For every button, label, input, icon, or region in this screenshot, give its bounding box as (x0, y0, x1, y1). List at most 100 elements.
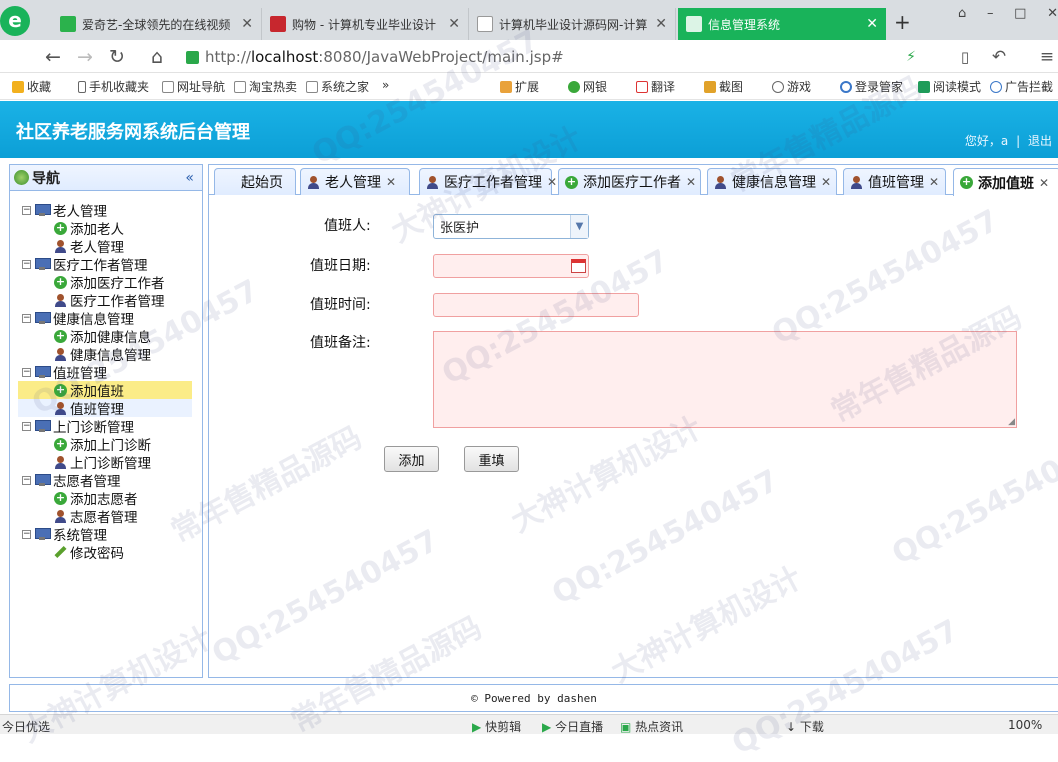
page-tab[interactable]: + 添加值班 ✕ (953, 168, 1058, 196)
collapse-toggle-icon[interactable]: − (22, 259, 31, 269)
nav-item[interactable]: 老人管理 (18, 237, 192, 256)
new-tab-button[interactable]: + (894, 10, 911, 34)
bookmark-taobao[interactable]: 淘宝热卖 (234, 78, 297, 95)
close-tab-icon[interactable]: ✕ (866, 16, 878, 32)
collapse-icon[interactable]: « (185, 170, 194, 186)
secure-icon (186, 50, 199, 64)
nav-item[interactable]: 志愿者管理 (18, 507, 192, 526)
close-tab-icon[interactable]: ✕ (547, 175, 557, 189)
adblock-button[interactable]: 广告拦截 (990, 78, 1053, 95)
bookmarks-bar: 收藏 手机收藏夹 网址导航 淘宝热卖 系统之家 » 扩展 网银 翻译 截图 游戏… (0, 74, 1058, 100)
duty-date-input[interactable] (433, 254, 589, 278)
collapse-toggle-icon[interactable]: − (22, 421, 31, 431)
bank-button[interactable]: 网银 (568, 78, 607, 95)
page-tab[interactable]: 健康信息管理 ✕ (707, 168, 837, 195)
nav-item[interactable]: + 添加老人 (18, 219, 192, 238)
back-icon[interactable]: ← (42, 46, 64, 68)
calendar-icon[interactable] (571, 259, 586, 273)
login-manager-button[interactable]: 登录管家 (840, 78, 903, 95)
collapse-toggle-icon[interactable]: − (22, 367, 31, 377)
close-tab-icon[interactable]: ✕ (386, 175, 396, 189)
nav-item[interactable]: + 添加值班 (18, 381, 192, 400)
resize-handle-icon[interactable]: ◢ (1008, 417, 1015, 427)
bookmark-nav[interactable]: 网址导航 (162, 78, 225, 95)
page-tab[interactable]: 起始页 (214, 168, 296, 195)
duty-person-select[interactable]: 张医护 ▼ (433, 214, 589, 239)
collapse-toggle-icon[interactable]: − (22, 475, 31, 485)
screenshot-button[interactable]: 截图 (704, 78, 743, 95)
reset-button[interactable]: 重填 (464, 446, 519, 472)
status-live[interactable]: ▶ 今日直播 (542, 718, 603, 735)
status-download[interactable]: ↓ 下载 (786, 718, 824, 735)
user-icon (54, 455, 67, 469)
browser-tab-iqiyi[interactable]: 爱奇艺-全球领先的在线视频 ✕ (52, 8, 262, 40)
close-tab-icon[interactable]: ✕ (929, 175, 939, 189)
browser-tab-shop[interactable]: 购物 - 计算机专业毕业设计 ✕ (262, 8, 469, 40)
translate-button[interactable]: 翻译 (636, 78, 675, 95)
duty-time-input[interactable] (433, 293, 639, 317)
status-news[interactable]: ▣ 热点资讯 (620, 718, 683, 735)
phone-icon[interactable]: ▯ (954, 46, 976, 68)
collapse-toggle-icon[interactable]: − (22, 313, 31, 323)
nav-item[interactable]: 医疗工作者管理 (18, 291, 192, 310)
close-tab-icon[interactable]: ✕ (1039, 176, 1049, 190)
block-icon (990, 80, 1002, 93)
status-kuaijianji[interactable]: ▶ 快剪辑 (472, 718, 521, 735)
close-window-button[interactable]: ✕ (1047, 6, 1058, 26)
home-icon[interactable]: ⌂ (146, 46, 168, 68)
undo-icon[interactable]: ↶ (988, 46, 1010, 68)
nav-group[interactable]: − 值班管理 (22, 363, 107, 382)
logout-link[interactable]: 退出 (1028, 134, 1052, 148)
close-tab-icon[interactable]: ✕ (241, 16, 253, 32)
games-button[interactable]: 游戏 (772, 78, 811, 95)
close-tab-icon[interactable]: ✕ (686, 175, 696, 189)
close-tab-icon[interactable]: ✕ (448, 16, 460, 32)
collapse-toggle-icon[interactable]: − (22, 205, 31, 215)
bookmark-mobile[interactable]: 手机收藏夹 (78, 78, 149, 95)
nav-group[interactable]: − 系统管理 (22, 525, 107, 544)
add-icon: + (54, 220, 67, 235)
bookmarks-more[interactable]: » (382, 78, 389, 92)
status-left[interactable]: 今日优选 (2, 718, 50, 735)
minimize-button[interactable]: – (987, 6, 994, 26)
page-tab[interactable]: 老人管理 ✕ (300, 168, 410, 195)
nav-group[interactable]: − 志愿者管理 (22, 471, 121, 490)
extensions-button[interactable]: 扩展 (500, 78, 539, 95)
bookmark-xitong[interactable]: 系统之家 (306, 78, 369, 95)
forward-icon[interactable]: → (74, 46, 96, 68)
nav-item[interactable]: 值班管理 (18, 399, 192, 418)
url-field[interactable]: http://localhost:8080/JavaWebProject/mai… (186, 44, 946, 70)
reading-mode-button[interactable]: 阅读模式 (918, 78, 981, 95)
maximize-button[interactable]: □ (1014, 6, 1026, 26)
reload-icon[interactable]: ↻ (106, 46, 128, 68)
add-button[interactable]: 添加 (384, 446, 439, 472)
menu-icon[interactable]: ≡ (1036, 46, 1058, 68)
page-tab[interactable]: 医疗工作者管理 ✕ (419, 168, 557, 195)
flash-icon[interactable]: ⚡ (900, 46, 922, 68)
user-icon (54, 401, 67, 415)
bookmark-favorites[interactable]: 收藏 (12, 78, 51, 95)
close-tab-icon[interactable]: ✕ (821, 175, 831, 189)
nav-item[interactable]: 健康信息管理 (18, 345, 192, 364)
computer-icon (35, 528, 51, 540)
collapse-toggle-icon[interactable]: − (22, 529, 31, 539)
nav-item[interactable]: + 添加上门诊断 (18, 435, 192, 454)
duty-memo-textarea[interactable]: ◢ (433, 331, 1017, 428)
page-tab[interactable]: 值班管理 ✕ (843, 168, 946, 195)
browser-tab-source[interactable]: 计算机毕业设计源码网-计算 ✕ (469, 8, 676, 40)
nav-group[interactable]: − 上门诊断管理 (22, 417, 134, 436)
nav-item[interactable]: 修改密码 (18, 543, 192, 562)
skin-icon[interactable]: ⌂ (958, 6, 966, 26)
nav-item[interactable]: + 添加医疗工作者 (18, 273, 192, 292)
nav-item[interactable]: 上门诊断管理 (18, 453, 192, 472)
chevron-down-icon[interactable]: ▼ (570, 215, 588, 238)
nav-group[interactable]: − 医疗工作者管理 (22, 255, 148, 274)
nav-item[interactable]: + 添加健康信息 (18, 327, 192, 346)
nav-group[interactable]: − 老人管理 (22, 201, 107, 220)
browser-tab-active[interactable]: 信息管理系统 ✕ (678, 8, 886, 40)
zoom-level[interactable]: 100% (1008, 718, 1042, 732)
close-tab-icon[interactable]: ✕ (655, 16, 667, 32)
page-tab[interactable]: + 添加医疗工作者 ✕ (558, 168, 701, 195)
nav-group[interactable]: − 健康信息管理 (22, 309, 134, 328)
nav-item[interactable]: + 添加志愿者 (18, 489, 192, 508)
